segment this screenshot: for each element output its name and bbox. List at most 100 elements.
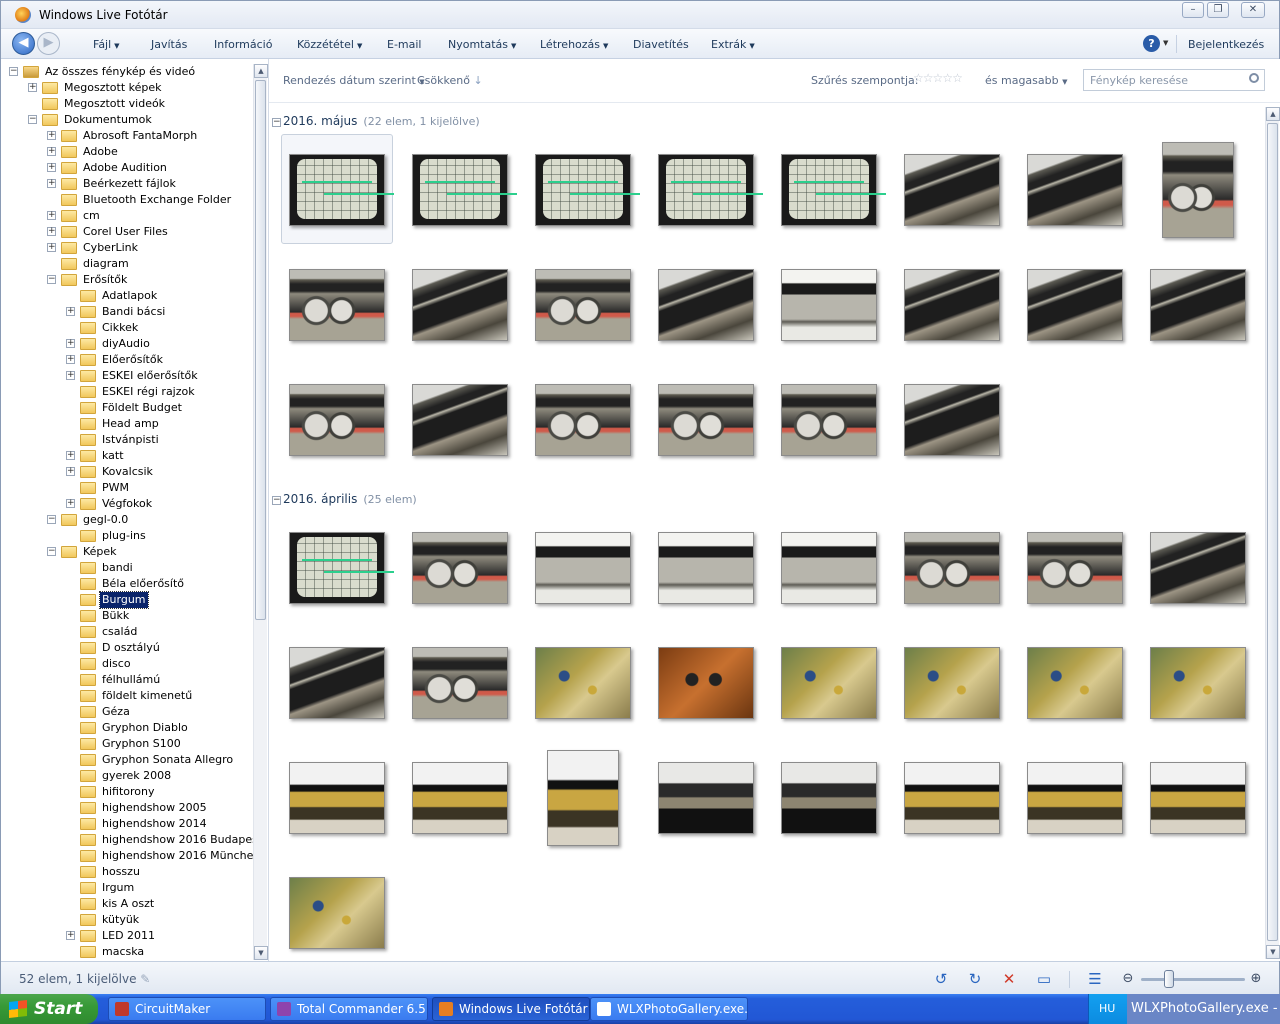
- search-input[interactable]: Fénykép keresése: [1083, 69, 1265, 91]
- tree-item[interactable]: − Képek: [47, 544, 241, 560]
- taskbar-button[interactable]: WLXPhotoGallery.exe...: [590, 997, 748, 1021]
- photo-thumbnail[interactable]: [412, 269, 508, 341]
- tree-item[interactable]: Istvánpisti: [66, 432, 241, 448]
- photo-thumbnail[interactable]: [904, 647, 1000, 719]
- photo-thumbnail[interactable]: [1027, 532, 1123, 604]
- tree-item[interactable]: bandi: [66, 560, 241, 576]
- photo-thumbnail[interactable]: [1150, 647, 1246, 719]
- tree-item[interactable]: disco: [66, 656, 241, 672]
- tree-item[interactable]: diagram: [47, 256, 241, 272]
- photo-thumbnail[interactable]: [904, 532, 1000, 604]
- expand-icon[interactable]: +: [66, 307, 75, 316]
- expand-icon[interactable]: +: [66, 499, 75, 508]
- tree-item[interactable]: + Kovalcsik: [66, 464, 241, 480]
- photo-thumbnail[interactable]: [1027, 762, 1123, 834]
- photo-thumbnail[interactable]: [547, 750, 619, 846]
- sort-dropdown[interactable]: Rendezés dátum szerint ▼: [283, 74, 425, 87]
- photo-thumbnail[interactable]: [289, 384, 385, 456]
- start-button[interactable]: Start: [0, 994, 98, 1024]
- tree-item[interactable]: + Corel User Files: [47, 224, 241, 240]
- scroll-down-arrow[interactable]: ▼: [1266, 945, 1280, 959]
- expand-icon[interactable]: +: [47, 131, 56, 140]
- photo-thumbnail[interactable]: [658, 269, 754, 341]
- tree-item[interactable]: kis A oszt: [66, 896, 241, 912]
- tree-item[interactable]: plug-ins: [66, 528, 241, 544]
- back-button[interactable]: ◀: [12, 32, 35, 55]
- menu-információ[interactable]: Információ: [214, 38, 272, 51]
- star-icon[interactable]: ☆: [923, 71, 934, 85]
- tree-item[interactable]: + cm: [47, 208, 241, 224]
- photo-thumbnail[interactable]: [658, 532, 754, 604]
- scroll-thumb[interactable]: [255, 80, 266, 620]
- collapse-icon[interactable]: −: [47, 515, 56, 524]
- star-icon[interactable]: ☆: [952, 71, 963, 85]
- tree-item[interactable]: Gryphon Sonata Allegro: [66, 752, 241, 768]
- tree-item[interactable]: gyerek 2008: [66, 768, 241, 784]
- expand-icon[interactable]: +: [47, 179, 56, 188]
- scroll-down-arrow[interactable]: ▼: [254, 946, 268, 960]
- photo-thumbnail[interactable]: [289, 154, 385, 226]
- search-icon[interactable]: [1249, 73, 1259, 83]
- expand-icon[interactable]: +: [47, 243, 56, 252]
- photo-thumbnail[interactable]: [289, 647, 385, 719]
- tree-item[interactable]: D osztályú: [66, 640, 241, 656]
- tree-item[interactable]: PWM: [66, 480, 241, 496]
- expand-icon[interactable]: +: [66, 451, 75, 460]
- rotate-right-icon[interactable]: ↻: [966, 970, 984, 988]
- scroll-up-arrow[interactable]: ▲: [254, 64, 268, 78]
- tree-item[interactable]: + diyAudio: [66, 336, 241, 352]
- photo-thumbnail[interactable]: [412, 762, 508, 834]
- tree-item[interactable]: − Erősítők: [47, 272, 241, 288]
- sort-order-toggle[interactable]: Csökkenő ↓: [417, 74, 483, 87]
- photo-thumbnail[interactable]: [535, 154, 631, 226]
- expand-icon[interactable]: +: [47, 147, 56, 156]
- tree-item[interactable]: Head amp: [66, 416, 241, 432]
- tree-item[interactable]: + Végfokok: [66, 496, 241, 512]
- photo-thumbnail[interactable]: [1162, 142, 1234, 238]
- tree-item[interactable]: Megosztott videók: [28, 96, 241, 112]
- tree-item[interactable]: + CyberLink: [47, 240, 241, 256]
- photo-thumbnail[interactable]: [1027, 647, 1123, 719]
- tree-item[interactable]: Cikkek: [66, 320, 241, 336]
- expand-icon[interactable]: +: [66, 355, 75, 364]
- menu-e-mail[interactable]: E-mail: [387, 38, 422, 51]
- expand-icon[interactable]: +: [66, 931, 75, 940]
- tree-item[interactable]: highendshow 2014: [66, 816, 241, 832]
- menu-létrehozás[interactable]: Létrehozás ▼: [540, 38, 608, 51]
- scroll-thumb[interactable]: [1267, 123, 1278, 941]
- photo-thumbnail[interactable]: [535, 532, 631, 604]
- collapse-icon[interactable]: −: [47, 547, 56, 556]
- taskbar-button[interactable]: Windows Live Fotótár: [432, 997, 590, 1021]
- scroll-up-arrow[interactable]: ▲: [1266, 107, 1280, 121]
- collapse-icon[interactable]: −: [9, 67, 18, 76]
- expand-icon[interactable]: +: [47, 211, 56, 220]
- photo-scrollbar[interactable]: ▲ ▼: [1265, 107, 1280, 959]
- group-header[interactable]: −2016. április (25 elem): [272, 492, 417, 506]
- photo-thumbnail[interactable]: [289, 269, 385, 341]
- menu-közzététel[interactable]: Közzététel ▼: [297, 38, 362, 51]
- tree-item[interactable]: Földelt Budget: [66, 400, 241, 416]
- group-header[interactable]: −2016. május (22 elem, 1 kijelölve): [272, 114, 480, 128]
- photo-thumbnail[interactable]: [535, 384, 631, 456]
- photo-thumbnail[interactable]: [289, 532, 385, 604]
- tree-item[interactable]: + Adobe: [47, 144, 241, 160]
- tree-item[interactable]: + Abrosoft FantaMorph: [47, 128, 241, 144]
- tree-item[interactable]: highendshow 2016 München: [66, 848, 260, 864]
- photo-thumbnail[interactable]: [289, 762, 385, 834]
- rotate-left-icon[interactable]: ↺: [932, 970, 950, 988]
- menu-nyomtatás[interactable]: Nyomtatás ▼: [448, 38, 516, 51]
- tree-item[interactable]: highendshow 2005: [66, 800, 241, 816]
- collapse-icon[interactable]: −: [28, 115, 37, 124]
- photo-thumbnail[interactable]: [904, 269, 1000, 341]
- tree-item[interactable]: hifitorony: [66, 784, 241, 800]
- tree-item[interactable]: Gryphon Diablo: [66, 720, 241, 736]
- menu-javítás[interactable]: Javítás: [151, 38, 187, 51]
- tree-item[interactable]: hosszu: [66, 864, 241, 880]
- photo-thumbnail[interactable]: [781, 532, 877, 604]
- star-icon[interactable]: ☆: [933, 71, 944, 85]
- tree-item[interactable]: Burgum: [66, 591, 241, 609]
- rating-filter[interactable]: ☆☆☆☆☆: [913, 71, 963, 85]
- photo-thumbnail[interactable]: [904, 384, 1000, 456]
- expand-icon[interactable]: +: [66, 371, 75, 380]
- tree-item[interactable]: highendshow 2016 Budapest: [66, 832, 262, 848]
